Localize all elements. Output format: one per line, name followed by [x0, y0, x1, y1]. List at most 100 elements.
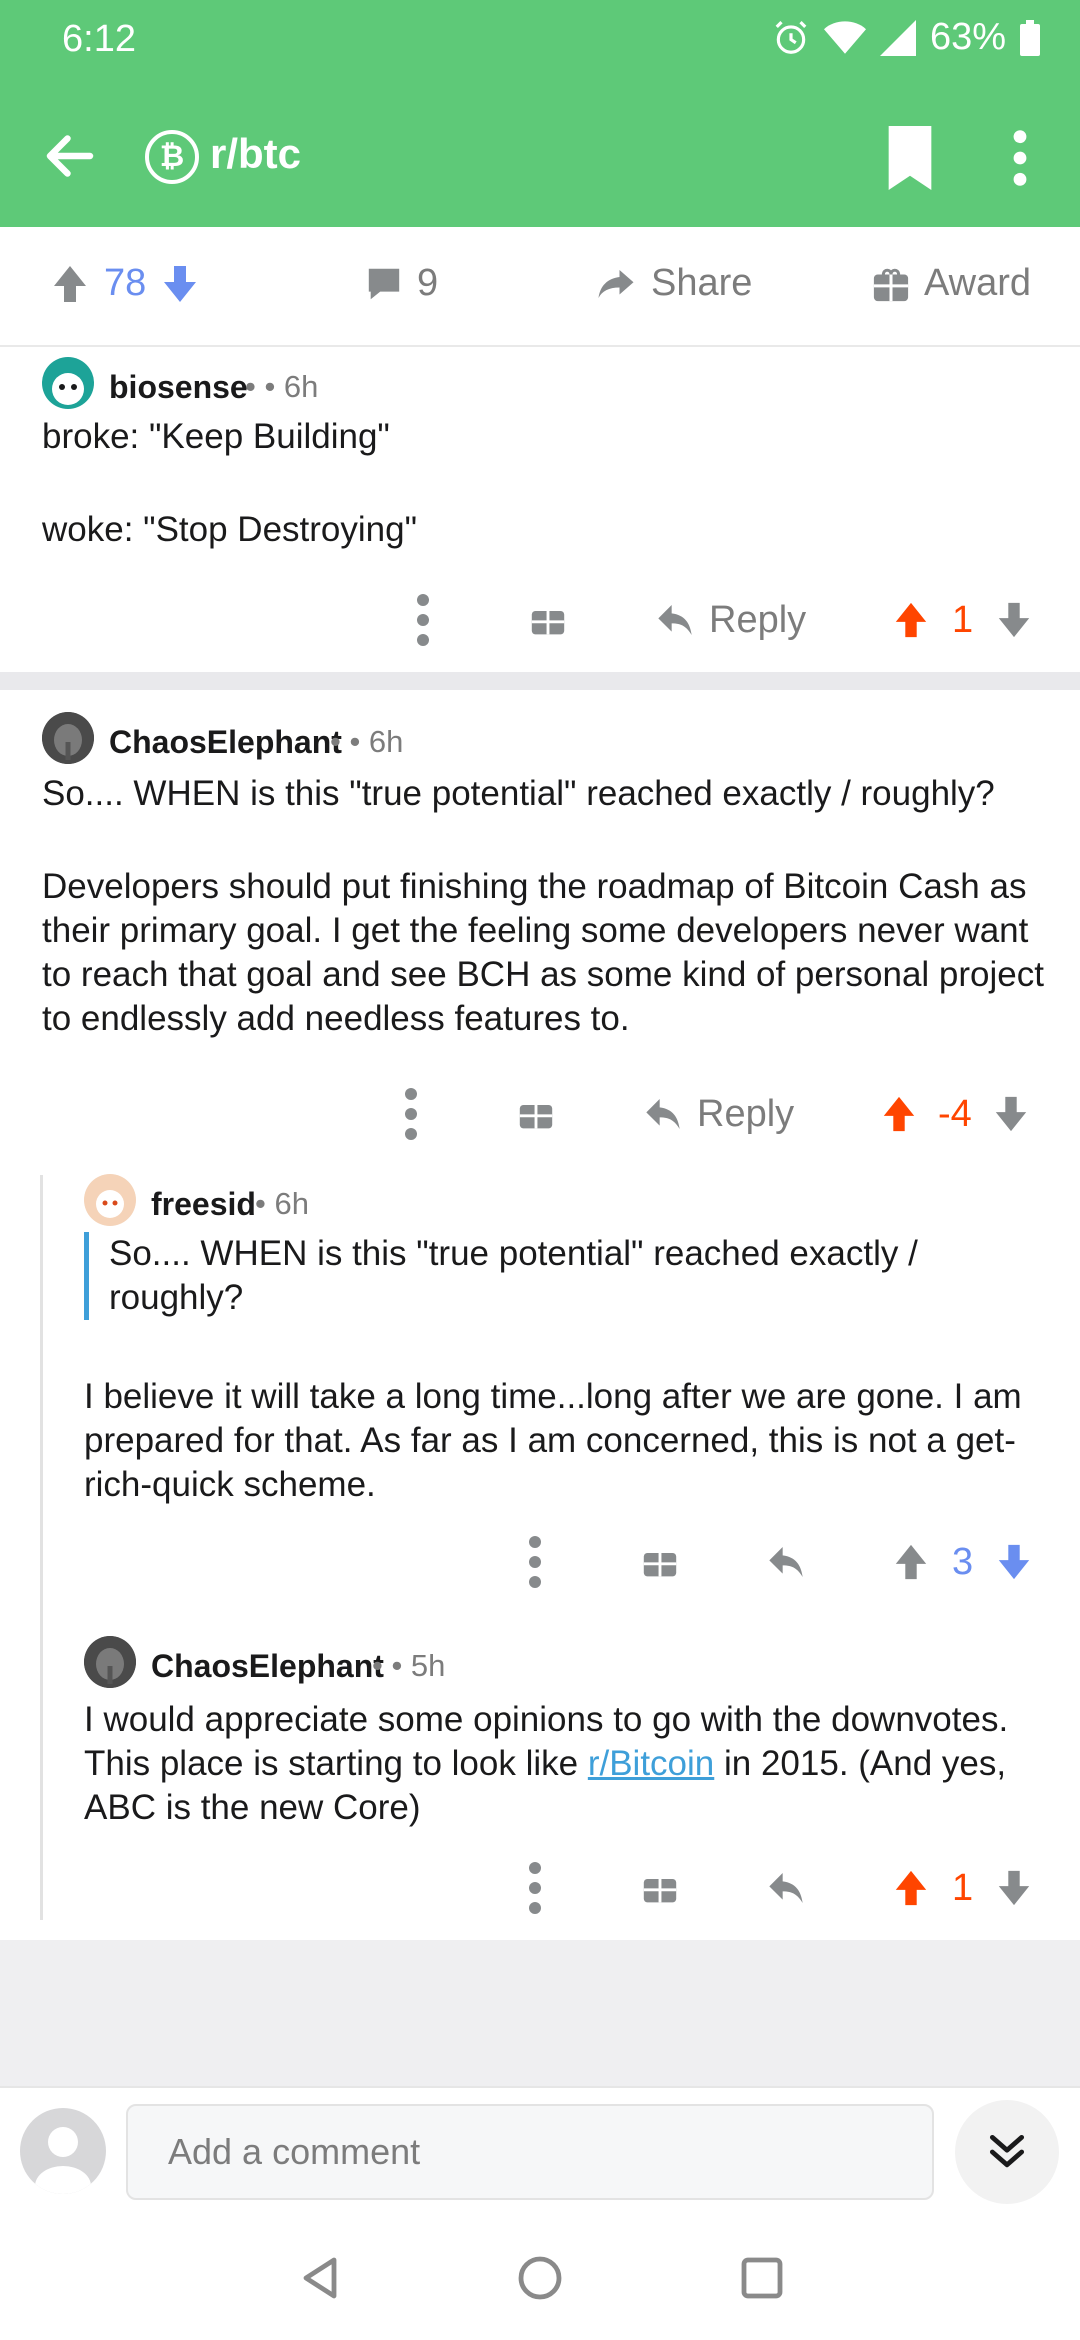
- status-time: 6:12: [62, 18, 136, 60]
- vote-group: -4: [880, 1084, 1030, 1144]
- comment-author[interactable]: ChaosElephant: [151, 1648, 384, 1685]
- quoted-text: So.... WHEN is this "true potential" rea…: [84, 1232, 984, 1320]
- upvote-icon[interactable]: [892, 1869, 930, 1907]
- home-circle-icon[interactable]: [516, 2254, 564, 2302]
- reply-label: Reply: [697, 1092, 795, 1135]
- gift-icon[interactable]: [530, 590, 566, 650]
- snoo-avatar-icon: [84, 1174, 136, 1226]
- comment-meta: • • 6h: [245, 369, 319, 404]
- share-button[interactable]: Share: [595, 262, 752, 305]
- status-icons: 63%: [772, 16, 1040, 59]
- comment-bubble-icon: [368, 268, 400, 299]
- more-options-icon[interactable]: [517, 1532, 553, 1592]
- reply-arrow-icon: [646, 1099, 680, 1129]
- comment-actions: 3: [0, 1532, 1080, 1592]
- comment-body: broke: "Keep Building" woke: "Stop Destr…: [42, 415, 1042, 552]
- back-arrow-icon[interactable]: [40, 126, 100, 186]
- comment-count: 9: [417, 262, 439, 304]
- downvote-icon[interactable]: [992, 1095, 1030, 1133]
- downvote-icon[interactable]: [995, 601, 1033, 639]
- more-options-icon[interactable]: [393, 1084, 429, 1144]
- scroll-down-button[interactable]: [955, 2100, 1059, 2204]
- alarm-icon: [775, 20, 807, 54]
- double-chevron-down-icon: [989, 2134, 1025, 2168]
- avatar[interactable]: [84, 1174, 136, 1226]
- elephant-avatar-icon: [42, 712, 94, 764]
- add-comment-input[interactable]: Add a comment: [126, 2104, 934, 2200]
- comment-divider: [0, 672, 1080, 690]
- comment-line: broke: "Keep Building": [42, 417, 390, 456]
- comment-line: woke: "Stop Destroying": [42, 510, 418, 549]
- reply-button[interactable]: Reply: [655, 590, 806, 650]
- comment-chaoselephant: ChaosElephant • • 6h So.... WHEN is this…: [0, 690, 1080, 1150]
- more-options-icon[interactable]: [1000, 126, 1040, 190]
- toolbar: ₿ r/btc: [0, 110, 1080, 200]
- comment-paragraph: So.... WHEN is this "true potential" rea…: [42, 774, 995, 813]
- downvote-icon[interactable]: [995, 1869, 1033, 1907]
- vote-group: 3: [892, 1532, 1033, 1592]
- comment-body: I believe it will take a long time...lon…: [84, 1377, 1022, 1504]
- gift-icon[interactable]: [642, 1858, 678, 1918]
- reply-arrow-icon: [658, 605, 692, 635]
- battery-percent: 63%: [929, 16, 1006, 58]
- downvote-icon[interactable]: [160, 264, 200, 304]
- post-action-bar: 78 9 Share Award: [0, 227, 1080, 347]
- avatar[interactable]: [42, 357, 94, 409]
- comment-chaoselephant-reply: ChaosElephant • • 5h I would appreciate …: [0, 1630, 1080, 1930]
- system-nav-bar: [0, 2216, 1080, 2340]
- vote-group: 1: [892, 1858, 1033, 1918]
- downvote-icon[interactable]: [995, 1543, 1033, 1581]
- wifi-icon: [823, 20, 866, 54]
- upvote-icon[interactable]: [50, 264, 90, 304]
- recents-square-icon[interactable]: [738, 2254, 786, 2302]
- comment-meta: • • 5h: [372, 1648, 446, 1683]
- gift-icon[interactable]: [642, 1532, 678, 1592]
- reply-button[interactable]: Reply: [643, 1084, 794, 1144]
- comment-author[interactable]: freesid: [151, 1186, 256, 1223]
- battery-icon: [1020, 19, 1040, 56]
- comment-freesid: freesid • 6h So.... WHEN is this "true p…: [0, 1170, 1080, 1600]
- upvote-icon[interactable]: [880, 1095, 918, 1133]
- avatar[interactable]: [42, 712, 94, 764]
- reply-label: Reply: [709, 598, 807, 641]
- comment-meta: • • 6h: [330, 724, 404, 759]
- back-triangle-icon[interactable]: [296, 2254, 344, 2302]
- avatar[interactable]: [84, 1636, 136, 1688]
- share-icon: [598, 269, 634, 298]
- comment-score: 3: [952, 1540, 974, 1583]
- default-avatar-icon: [35, 2127, 91, 2194]
- vote-group: 1: [892, 590, 1033, 650]
- elephant-avatar-icon: [84, 1636, 136, 1688]
- end-of-comments: [0, 1940, 1080, 2086]
- gift-icon: [873, 268, 909, 301]
- bookmark-icon[interactable]: [885, 126, 935, 190]
- gift-icon[interactable]: [518, 1084, 554, 1144]
- status-bar: 6:12 63%: [0, 0, 1080, 80]
- comment-body: So.... WHEN is this "true potential" rea…: [42, 772, 1052, 1041]
- comment-meta: • 6h: [255, 1186, 309, 1221]
- post-score: 78: [104, 262, 147, 304]
- comment-author[interactable]: ChaosElephant: [109, 724, 342, 761]
- comment-score: -4: [938, 1092, 972, 1135]
- post-vote-group: 78: [50, 262, 200, 305]
- award-label: Award: [924, 262, 1032, 304]
- more-options-icon[interactable]: [405, 590, 441, 650]
- snoo-avatar-icon: [52, 373, 84, 405]
- reply-arrow-icon[interactable]: [766, 1532, 806, 1592]
- comment-actions: Reply 1: [0, 590, 1080, 650]
- app-header: 6:12 63% ₿ r/btc: [0, 0, 1080, 227]
- more-options-icon[interactable]: [517, 1858, 553, 1918]
- subreddit-link[interactable]: r/Bitcoin: [588, 1744, 714, 1783]
- upvote-icon[interactable]: [892, 601, 930, 639]
- comment-score: 1: [952, 598, 974, 641]
- award-button[interactable]: Award: [872, 262, 1031, 305]
- comment-score: 1: [952, 1866, 974, 1909]
- comments-button[interactable]: 9: [365, 262, 438, 305]
- comment-author[interactable]: biosense: [109, 369, 248, 406]
- compose-bar: Add a comment: [0, 2086, 1080, 2216]
- upvote-icon[interactable]: [892, 1543, 930, 1581]
- reply-arrow-icon[interactable]: [766, 1858, 806, 1918]
- subreddit-name[interactable]: r/btc: [210, 130, 301, 178]
- user-avatar[interactable]: [20, 2108, 106, 2194]
- comment-actions: Reply -4: [0, 1084, 1080, 1144]
